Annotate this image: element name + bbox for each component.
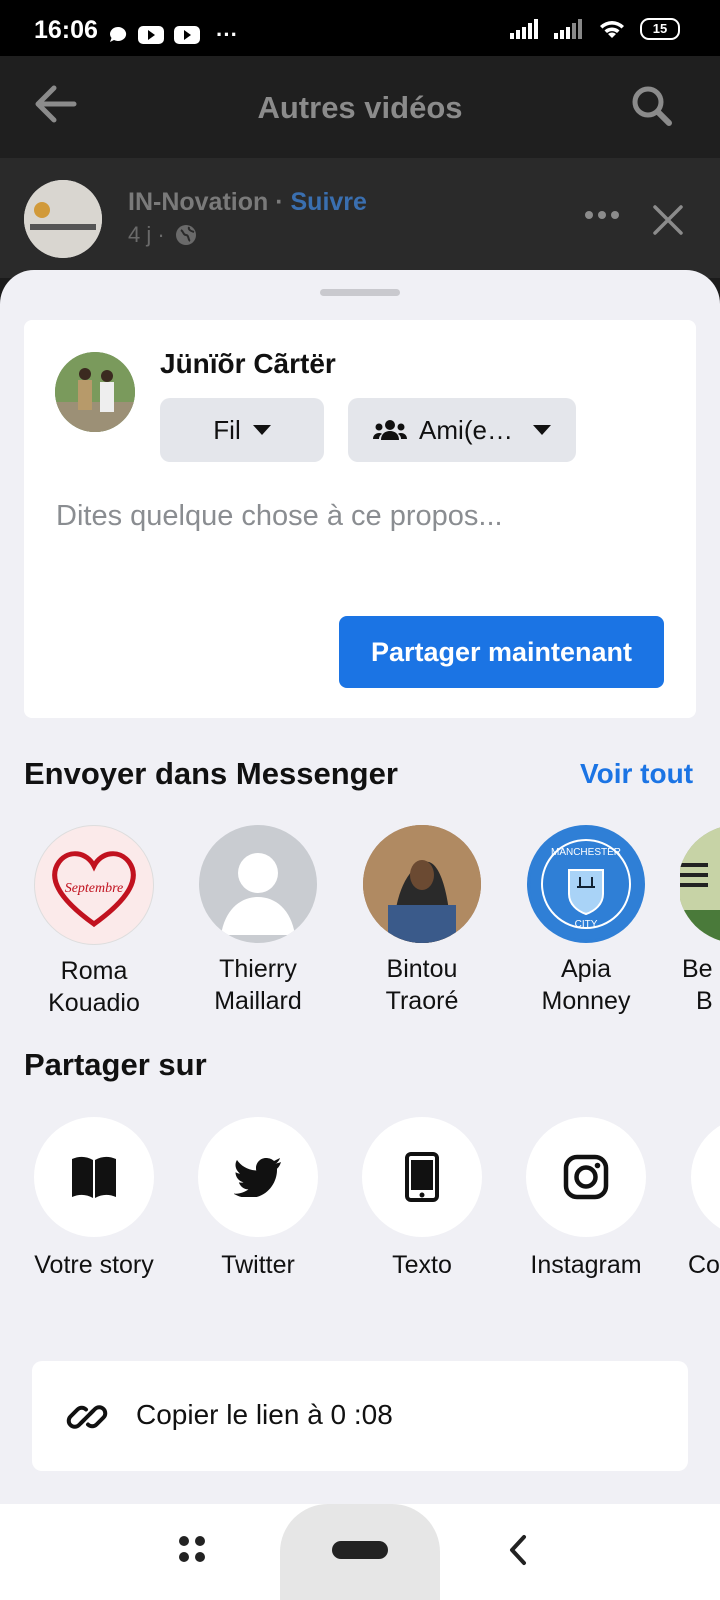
contact-avatar: MANCHESTER CITY [527,825,645,943]
default-user-icon [221,853,295,935]
page-avatar[interactable] [24,180,102,258]
status-time: 16:06 [34,16,98,44]
share-on-section-title: Partager sur [24,1047,207,1082]
contact-item[interactable]: Septembre Roma Kouadio [24,825,164,1019]
page-title: Autres vidéos [257,90,463,125]
signal-icon-2 [554,19,582,39]
share-option-label: Votre story [34,1251,154,1279]
caret-down-icon [532,425,551,435]
contact-item[interactable]: Be B [680,825,720,1017]
contact-first-name: Thierry [219,955,297,983]
separator-dot: · [268,188,291,216]
contact-avatar [199,825,317,943]
contact-first-name: Be [682,955,713,983]
contact-avatar: Septembre [34,825,154,945]
instagram-icon [563,1154,609,1200]
contact-last-name: Maillard [214,987,302,1015]
user-avatar [55,352,135,432]
chat-bubble-icon [110,26,127,42]
app-bar: Autres vidéos [0,56,720,158]
youtube-icon [138,26,164,44]
audience-selector[interactable]: Ami(e… [348,398,576,462]
share-option-story[interactable]: Votre story [12,1117,176,1280]
contact-avatar [363,825,481,943]
club-crest-icon: MANCHESTER CITY [530,828,642,940]
see-all-link[interactable]: Voir tout [580,758,693,790]
status-right: 15 [510,18,680,40]
share-now-button[interactable]: Partager maintenant [339,616,664,688]
share-text-input[interactable]: Dites quelque chose à ce propos... [56,500,503,533]
partial-icon [691,1117,720,1237]
sheet-drag-handle[interactable] [320,289,400,296]
post-author-line: IN-Novation · Suivre [128,188,367,217]
user-photo-icon [55,352,135,432]
contact-avatar [680,825,720,943]
youtube-icon-2 [174,26,200,44]
contact-item[interactable]: MANCHESTER CITY Apia Monney [516,825,656,1017]
signal-icon [510,19,538,39]
contact-first-name: Roma [60,957,128,985]
share-option-label: Co [688,1251,720,1279]
contact-last-name: Monney [541,987,631,1015]
page-logo-icon [24,180,102,258]
share-option-twitter[interactable]: Twitter [176,1117,340,1280]
book-icon [72,1156,116,1198]
globe-icon [175,225,196,245]
caret-down-icon [252,425,271,435]
home-button-icon[interactable] [332,1541,388,1559]
audience-label: Ami(e… [419,414,513,445]
friends-icon [373,420,408,440]
share-option-label: Texto [392,1251,452,1279]
status-bar: 16:06 ··· 15 [0,0,720,56]
copy-link-button[interactable]: Copier le lien à 0 :08 [32,1361,688,1471]
zebra-photo-icon [680,825,720,943]
crest-top-text: MANCHESTER [551,847,621,858]
feed-selector[interactable]: Fil [160,398,324,462]
crest-bottom-text: CITY [575,919,598,930]
contact-first-name: Apia [560,955,612,983]
battery-indicator: 15 [640,18,680,40]
contact-item[interactable]: Thierry Maillard [188,825,328,1017]
share-option-label: Instagram [530,1251,642,1279]
copy-link-label: Copier le lien à 0 :08 [136,1399,393,1430]
contact-last-name: Traoré [385,987,459,1015]
post-time: 4 j · [128,222,197,248]
share-option-instagram[interactable]: Instagram [504,1117,668,1280]
back-nav-icon[interactable] [508,1534,528,1566]
contact-photo-icon [363,825,481,943]
messenger-section-title: Envoyer dans Messenger [24,756,398,791]
search-icon[interactable] [630,84,674,128]
more-notifications-indicator: ··· [216,22,238,47]
user-name: Jünïõr Cãrtër [160,348,336,379]
contact-item[interactable]: Bintou Traoré [352,825,492,1017]
recent-apps-icon[interactable] [178,1535,206,1563]
page-name[interactable]: IN-Novation [128,188,268,216]
contact-first-name: Bintou [386,955,458,983]
post-age: 4 j · [128,222,165,247]
close-icon[interactable] [652,204,684,236]
twitter-icon [234,1158,281,1197]
phone-icon [405,1152,439,1202]
status-notification-icons: ··· [108,22,238,48]
septembre-text: Septembre [65,881,124,896]
more-options-icon[interactable] [584,210,620,220]
link-icon [66,1405,108,1429]
share-option-more[interactable]: Co [668,1117,720,1280]
contact-last-name: Kouadio [48,989,140,1017]
heart-icon: Septembre [52,851,136,928]
wifi-icon [600,21,624,38]
contact-last-name: B [696,987,713,1015]
share-option-sms[interactable]: Texto [340,1117,504,1280]
follow-link[interactable]: Suivre [291,188,367,216]
share-option-label: Twitter [221,1251,295,1279]
feed-label: Fil [213,414,241,445]
